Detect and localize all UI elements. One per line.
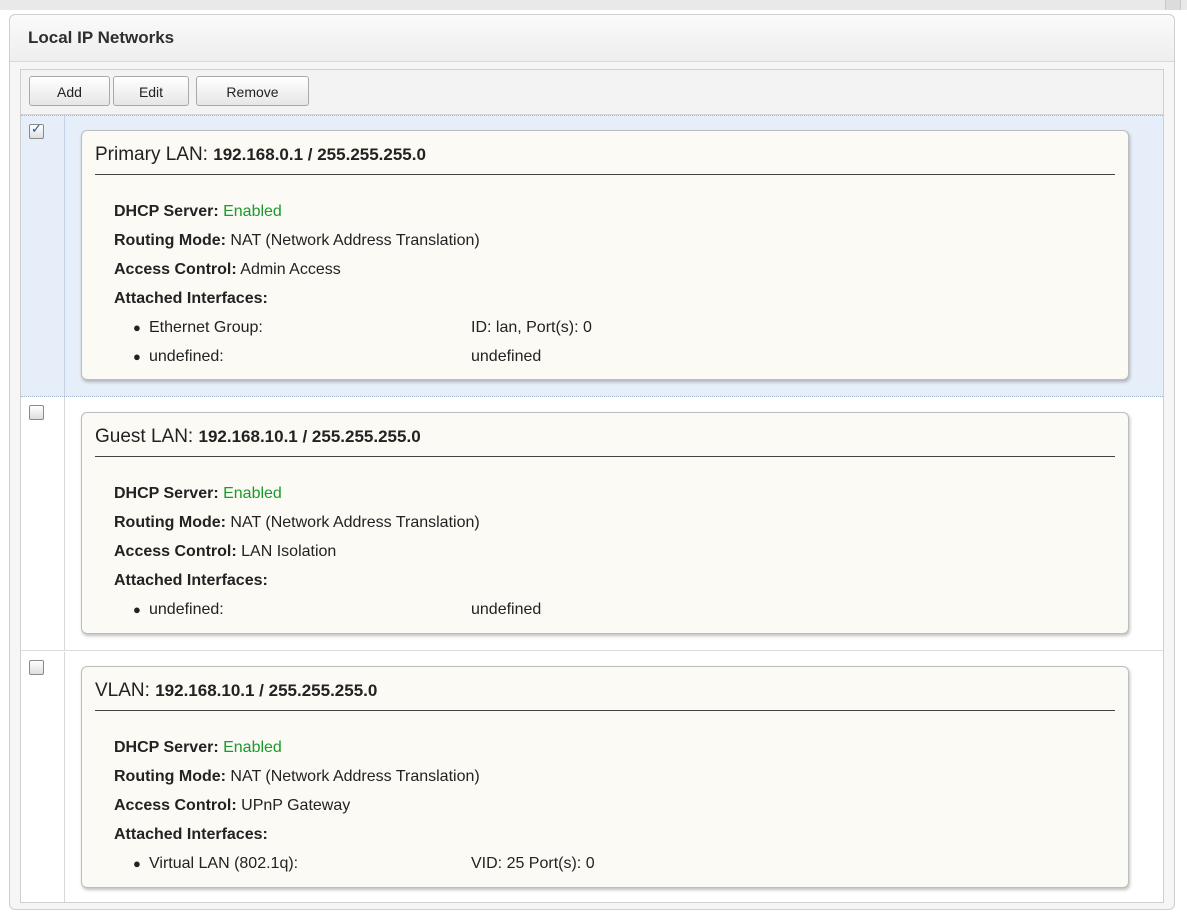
interface-name: undefined: <box>149 348 224 365</box>
interface-info: VID: 25 Port(s): 0 <box>471 855 595 872</box>
local-ip-networks-panel: Local IP Networks Add Edit Remove ✓ Prim… <box>9 14 1175 910</box>
interface-item: ● Virtual LAN (802.1q): VID: 25 Port(s):… <box>114 849 595 878</box>
access-line: Access Control: Admin Access <box>114 255 480 284</box>
network-card: Guest LAN: 192.168.10.1 / 255.255.255.0 … <box>81 412 1129 634</box>
network-name: Primary LAN: <box>95 144 208 165</box>
interfaces-label: Attached Interfaces: <box>114 826 268 843</box>
network-name: Guest LAN: <box>95 426 194 447</box>
dhcp-label: DHCP Server: <box>114 739 219 756</box>
row-checkbox[interactable]: ✓ <box>29 122 44 139</box>
dhcp-line: DHCP Server: Enabled <box>114 479 480 508</box>
bullet-icon: ● <box>133 349 141 364</box>
routing-label: Routing Mode: <box>114 768 226 785</box>
routing-line: Routing Mode: NAT (Network Address Trans… <box>114 226 480 255</box>
interface-name: Virtual LAN (802.1q): <box>149 855 299 872</box>
interface-name: undefined: <box>149 601 224 618</box>
dhcp-label: DHCP Server: <box>114 203 219 220</box>
network-card: Primary LAN: 192.168.0.1 / 255.255.255.0… <box>81 130 1129 380</box>
interface-info: undefined <box>471 601 542 618</box>
routing-label: Routing Mode: <box>114 232 226 249</box>
network-row-guest-lan[interactable]: Guest LAN: 192.168.10.1 / 255.255.255.0 … <box>21 397 1163 651</box>
top-strip <box>0 0 1187 10</box>
network-address: 192.168.10.1 / 255.255.255.0 <box>155 681 378 700</box>
row-checkbox[interactable] <box>29 660 44 675</box>
routing-value: NAT (Network Address Translation) <box>230 768 480 785</box>
row-gutter: ✓ <box>21 116 65 396</box>
checkmark-icon: ✓ <box>31 122 42 137</box>
interfaces-line: Attached Interfaces: <box>114 566 480 595</box>
row-gutter <box>21 397 65 650</box>
access-line: Access Control: LAN Isolation <box>114 537 480 566</box>
bullet-icon: ● <box>133 320 141 335</box>
routing-label: Routing Mode: <box>114 514 226 531</box>
interfaces-line: Attached Interfaces: <box>114 284 480 313</box>
add-button[interactable]: Add <box>29 76 110 106</box>
network-details: DHCP Server: Enabled Routing Mode: NAT (… <box>114 479 541 624</box>
routing-line: Routing Mode: NAT (Network Address Trans… <box>114 762 480 791</box>
interface-item: ● Ethernet Group: ID: lan, Port(s): 0 <box>114 313 592 342</box>
dhcp-value: Enabled <box>223 485 282 502</box>
network-details: DHCP Server: Enabled Routing Mode: NAT (… <box>114 197 592 371</box>
routing-value: NAT (Network Address Translation) <box>230 232 480 249</box>
network-title: VLAN: 192.168.10.1 / 255.255.255.0 <box>95 680 1115 711</box>
network-details: DHCP Server: Enabled Routing Mode: NAT (… <box>114 733 595 878</box>
dhcp-value: Enabled <box>223 203 282 220</box>
dhcp-label: DHCP Server: <box>114 485 219 502</box>
interface-item: ● undefined: undefined <box>114 595 541 624</box>
network-name: VLAN: <box>95 680 150 701</box>
network-row-vlan[interactable]: VLAN: 192.168.10.1 / 255.255.255.0 DHCP … <box>21 652 1163 902</box>
panel-title: Local IP Networks <box>10 15 1174 62</box>
interface-info: undefined <box>471 348 542 365</box>
network-card: VLAN: 192.168.10.1 / 255.255.255.0 DHCP … <box>81 666 1129 888</box>
bullet-icon: ● <box>133 856 141 871</box>
access-label: Access Control: <box>114 797 237 814</box>
access-value: Admin Access <box>240 261 341 278</box>
access-label: Access Control: <box>114 543 237 560</box>
routing-line: Routing Mode: NAT (Network Address Trans… <box>114 508 480 537</box>
interface-info: ID: lan, Port(s): 0 <box>471 319 592 336</box>
routing-value: NAT (Network Address Translation) <box>230 514 480 531</box>
interface-name: Ethernet Group: <box>149 319 263 336</box>
network-title: Primary LAN: 192.168.0.1 / 255.255.255.0 <box>95 144 1115 175</box>
network-address: 192.168.10.1 / 255.255.255.0 <box>198 427 421 446</box>
dhcp-line: DHCP Server: Enabled <box>114 733 480 762</box>
access-line: Access Control: UPnP Gateway <box>114 791 480 820</box>
access-value: UPnP Gateway <box>241 797 351 814</box>
network-title: Guest LAN: 192.168.10.1 / 255.255.255.0 <box>95 426 1115 457</box>
access-label: Access Control: <box>114 261 237 278</box>
interface-item: ● undefined: undefined <box>114 342 541 371</box>
toolbar: Add Edit Remove <box>21 70 1163 115</box>
row-checkbox[interactable] <box>29 405 44 420</box>
dhcp-line: DHCP Server: Enabled <box>114 197 480 226</box>
remove-button[interactable]: Remove <box>196 76 309 106</box>
interfaces-label: Attached Interfaces: <box>114 290 268 307</box>
scroll-handle[interactable] <box>1165 0 1181 10</box>
row-gutter <box>21 652 65 902</box>
network-row-primary-lan[interactable]: ✓ Primary LAN: 192.168.0.1 / 255.255.255… <box>21 115 1163 397</box>
edit-button[interactable]: Edit <box>113 76 189 106</box>
networks-list: Add Edit Remove ✓ Primary LAN: 192.168.0… <box>20 69 1164 903</box>
access-value: LAN Isolation <box>241 543 337 560</box>
interfaces-line: Attached Interfaces: <box>114 820 480 849</box>
network-address: 192.168.0.1 / 255.255.255.0 <box>213 145 426 164</box>
interfaces-label: Attached Interfaces: <box>114 572 268 589</box>
bullet-icon: ● <box>133 602 141 617</box>
dhcp-value: Enabled <box>223 739 282 756</box>
